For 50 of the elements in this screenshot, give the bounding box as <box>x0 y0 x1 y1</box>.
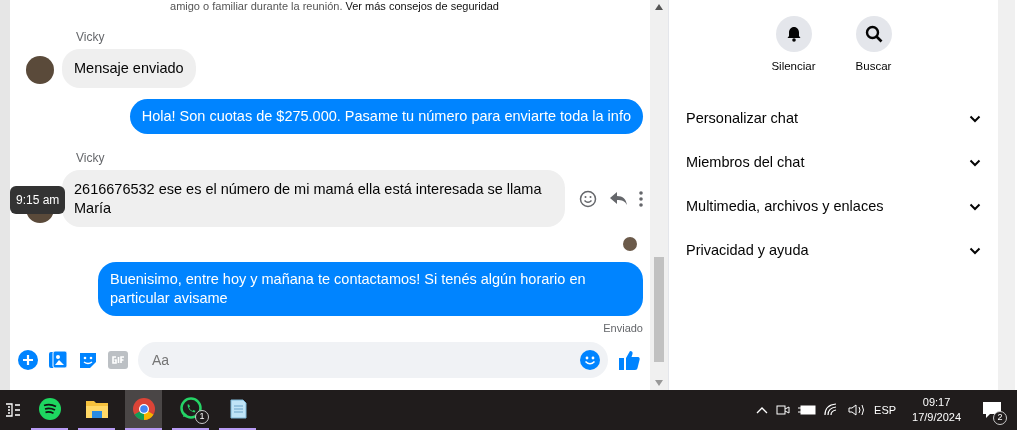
timestamp-tooltip: 9:15 am <box>10 185 66 214</box>
scrollbar-thumb[interactable] <box>654 257 664 362</box>
message-bubble: Hola! Son cuotas de $275.000. Pasame tu número para enviarte toda la info <box>129 98 643 134</box>
sticker-icon[interactable] <box>78 350 98 370</box>
plus-icon[interactable] <box>18 350 38 370</box>
message-field[interactable]: Aa <box>138 342 608 378</box>
chevron-up-icon[interactable] <box>756 406 769 414</box>
section-header[interactable]: Personalizar chat <box>686 97 981 142</box>
section-header[interactable]: Multimedia, archivos y enlaces <box>686 185 981 230</box>
delivery-status: Enviado <box>602 321 643 337</box>
sender-name: Vicky <box>76 29 106 46</box>
section-header[interactable]: Privacidad y ayuda <box>686 229 981 274</box>
emoji-icon[interactable] <box>579 189 597 208</box>
taskbar-app[interactable]: 1 <box>172 390 209 430</box>
search-icon <box>864 25 883 43</box>
chevron-down-icon <box>969 247 981 256</box>
thumbs-up-icon[interactable] <box>618 349 640 371</box>
chevron-down-icon <box>969 159 981 168</box>
spotify-icon <box>37 397 62 421</box>
emoji-icon[interactable] <box>580 350 600 370</box>
avatar <box>26 55 54 84</box>
read-receipt-avatar <box>623 237 637 252</box>
message-bubble: Mensaje enviado <box>62 49 196 88</box>
camera-icon[interactable] <box>776 403 791 417</box>
image-icon[interactable] <box>48 350 68 370</box>
clock[interactable]: 09:17 17/9/2024 <box>912 395 961 425</box>
message-input-field[interactable]: Aa <box>150 348 580 372</box>
section-header[interactable]: Miembros del chat <box>686 141 981 186</box>
message-bubble: Buenisimo, entre hoy y mañana te contactamos! Si tenés algún horario en particular avisame <box>98 262 643 317</box>
chevron-down-icon <box>969 203 981 212</box>
message-bubble: 2616676532 ese es el número de mi mamá ella está interesada se llama María <box>62 169 565 228</box>
security-tips-link[interactable]: Ver más consejos de seguridad <box>345 0 499 12</box>
language-indicator[interactable]: ESP <box>874 401 897 419</box>
sender-name: Vicky <box>76 149 106 167</box>
security-notice: amigo o familiar durante la reunión. Ver más consejos de seguridad <box>169 0 500 13</box>
browser-icon <box>131 397 156 421</box>
battery-icon[interactable] <box>798 404 817 416</box>
chevron-down-icon <box>969 115 981 124</box>
mute-button[interactable]: Silenciar <box>763 16 824 76</box>
task-view-icon[interactable] <box>5 402 21 418</box>
more-options-icon[interactable] <box>639 190 643 207</box>
chat-bubble-icon <box>178 397 203 421</box>
scroll-up-arrow-icon[interactable] <box>655 4 663 10</box>
notification-center-button[interactable]: 2 <box>977 395 1007 425</box>
scrollbar[interactable] <box>650 0 668 390</box>
notification-badge: 1 <box>195 410 209 424</box>
reply-icon[interactable] <box>609 190 627 207</box>
search-button[interactable]: Buscar <box>843 16 904 76</box>
speaker-icon[interactable] <box>848 403 867 417</box>
message-icon <box>982 400 1002 420</box>
